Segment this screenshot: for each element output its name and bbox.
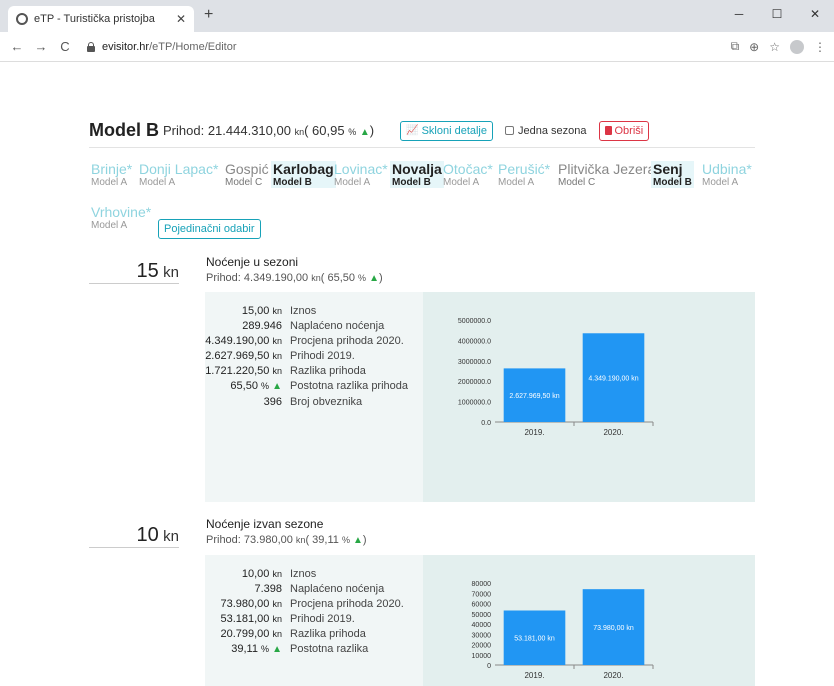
arrow-up-icon: ▲ bbox=[359, 127, 370, 138]
section-title: Noćenje izvan sezone bbox=[206, 517, 324, 531]
bar-data-label: 4.349.190,00 kn bbox=[588, 376, 638, 383]
divider bbox=[89, 147, 755, 148]
pojedinacni-odabir-button[interactable]: Pojedinačni odabir bbox=[158, 219, 261, 239]
trash-icon bbox=[604, 126, 612, 135]
bar-data-label: 73.980,00 kn bbox=[593, 625, 634, 632]
city-gospic[interactable]: Gospić Model C bbox=[223, 161, 271, 188]
model-name: Model B bbox=[89, 120, 159, 140]
city-senj[interactable]: Senj Model B bbox=[651, 161, 694, 188]
url-field[interactable]: evisitor.hr/eTP/Home/Editor bbox=[102, 41, 237, 53]
arrow-up-icon: ▲ bbox=[353, 535, 363, 546]
revenue-chart: 0 10000 20000 30000 40000 50000 60000 70000 8000… bbox=[472, 581, 654, 680]
details-panel: 10,00 kn Iznos 7.398 Naplaćeno noćenja 73.… bbox=[205, 555, 755, 686]
obrisi-button[interactable]: Obriši bbox=[598, 120, 650, 141]
chart-area: 0 10000 20000 30000 40000 50000 60000 70000 8000… bbox=[423, 555, 755, 686]
y-tick-label: 70000 bbox=[472, 591, 492, 598]
model-prihod: Prihod: 21.444.310,00 kn( 60,95 % ▲) bbox=[163, 123, 375, 138]
revenue-chart: 0.0 1000000.0 2000000.0 3000000.0 4000000.0 5… bbox=[458, 318, 654, 437]
chart-icon: 📈 bbox=[406, 125, 419, 136]
y-tick-label: 30000 bbox=[472, 632, 492, 639]
reload-icon[interactable]: C bbox=[56, 39, 74, 54]
y-tick-label: 40000 bbox=[472, 622, 492, 629]
city-donji-lapac[interactable]: Donji Lapac* Model A bbox=[137, 161, 220, 188]
details-table: 10,00 kn Iznos 7.398 Naplaćeno noćenja 73.… bbox=[205, 555, 423, 686]
new-tab-icon[interactable]: + bbox=[204, 6, 213, 24]
city-otocac[interactable]: Otočac* Model A bbox=[441, 161, 495, 188]
lock-icon bbox=[86, 41, 96, 52]
city-karlobag[interactable]: Karlobag Model B bbox=[271, 161, 336, 188]
table-row: 396 Broj obveznika bbox=[263, 396, 363, 408]
skloni-detalje-button[interactable]: 📈 Skloni detalje bbox=[400, 120, 493, 141]
bar-data-label: 53.181,00 kn bbox=[514, 636, 555, 643]
table-row: 289.946 Naplaćeno noćenja bbox=[242, 320, 385, 332]
page-content: Model B Prihod: 21.444.310,00 kn( 60,95 … bbox=[0, 62, 834, 686]
table-row: 4.349.190,00 kn Procjena prihoda 2020. bbox=[205, 335, 404, 347]
close-tab-icon[interactable]: ✕ bbox=[176, 12, 186, 26]
y-tick-label: 20000 bbox=[472, 643, 492, 650]
price-box[interactable]: 10 kn bbox=[89, 524, 179, 548]
city-lovinac[interactable]: Lovinac* Model A bbox=[332, 161, 390, 188]
y-tick-label: 5000000.0 bbox=[458, 318, 491, 325]
star-icon[interactable]: ☆ bbox=[769, 40, 780, 54]
checkbox-icon[interactable] bbox=[505, 126, 514, 135]
browser-tab[interactable]: eTP - Turistička pristojba ✕ bbox=[8, 6, 194, 32]
x-tick-label: 2019. bbox=[524, 428, 544, 437]
jedna-sezona-checkbox[interactable]: Jedna sezona bbox=[505, 125, 587, 137]
table-row: 10,00 kn Iznos bbox=[241, 568, 317, 580]
section-prihod: Prihod: 73.980,00 kn( 39,11 % ▲) bbox=[206, 534, 367, 546]
y-tick-label: 2000000.0 bbox=[458, 379, 491, 386]
browser-tabbar: eTP - Turistička pristojba ✕ + ─ ☐ ✕ bbox=[0, 0, 834, 32]
table-row: 7.398 Naplaćeno noćenja bbox=[254, 583, 385, 595]
zoom-icon[interactable]: ⊕ bbox=[749, 40, 759, 54]
maximize-icon[interactable]: ☐ bbox=[758, 0, 796, 28]
city-udbina[interactable]: Udbina* Model A bbox=[700, 161, 754, 188]
back-icon[interactable]: ← bbox=[8, 39, 26, 54]
details-panel: 15,00 kn Iznos 289.946 Naplaćeno noćenja 4… bbox=[205, 292, 755, 502]
table-row: 15,00 kn Iznos bbox=[241, 305, 317, 317]
section-prihod: Prihod: 4.349.190,00 kn( 65,50 % ▲) bbox=[206, 272, 383, 284]
section-title: Noćenje u sezoni bbox=[206, 255, 299, 269]
y-tick-label: 60000 bbox=[472, 602, 492, 609]
forward-icon[interactable]: → bbox=[32, 39, 50, 54]
city-perusic[interactable]: Perušić* Model A bbox=[496, 161, 552, 188]
translate-icon[interactable]: ⧉ bbox=[731, 39, 740, 54]
x-tick-label: 2019. bbox=[524, 671, 544, 680]
x-tick-label: 2020. bbox=[603, 671, 623, 680]
address-bar: ← → C evisitor.hr/eTP/Home/Editor ⧉ ⊕ ☆ … bbox=[0, 32, 834, 62]
table-row: 2.627.969,50 kn Prihodi 2019. bbox=[205, 350, 355, 362]
price-box[interactable]: 15 kn bbox=[89, 260, 179, 284]
chart-area: 0.0 1000000.0 2000000.0 3000000.0 4000000.0 5… bbox=[423, 292, 755, 502]
y-tick-label: 0 bbox=[487, 663, 491, 670]
table-row: 39,11 % ▲ Postotna razlika bbox=[231, 643, 369, 655]
y-tick-label: 0.0 bbox=[481, 420, 491, 427]
city-vrhovine[interactable]: Vrhovine* Model A bbox=[89, 204, 153, 231]
table-row: 20.799,00 kn Razlika prihoda bbox=[220, 628, 366, 640]
y-tick-label: 1000000.0 bbox=[458, 400, 491, 407]
details-table: 15,00 kn Iznos 289.946 Naplaćeno noćenja 4… bbox=[205, 292, 423, 502]
close-window-icon[interactable]: ✕ bbox=[796, 0, 834, 28]
menu-icon[interactable]: ⋮ bbox=[814, 40, 826, 54]
x-tick-label: 2020. bbox=[603, 428, 623, 437]
globe-icon bbox=[16, 13, 28, 25]
table-row: 1.721.220,50 kn Razlika prihoda bbox=[205, 365, 366, 377]
bar-data-label: 2.627.969,50 kn bbox=[509, 393, 559, 400]
table-row: 73.980,00 kn Procjena prihoda 2020. bbox=[220, 598, 404, 610]
y-tick-label: 3000000.0 bbox=[458, 359, 491, 366]
table-row: 65,50 % ▲ Postotna razlika prihoda bbox=[230, 380, 409, 392]
y-tick-label: 80000 bbox=[472, 581, 492, 588]
city-novalja[interactable]: Novalja Model B bbox=[390, 161, 444, 188]
window-controls: ─ ☐ ✕ bbox=[720, 0, 834, 28]
table-row: 53.181,00 kn Prihodi 2019. bbox=[220, 613, 355, 625]
tab-title: eTP - Turistička pristojba bbox=[34, 13, 155, 25]
arrow-up-icon: ▲ bbox=[369, 273, 380, 284]
minimize-icon[interactable]: ─ bbox=[720, 0, 758, 28]
city-brinje[interactable]: Brinje* Model A bbox=[89, 161, 134, 188]
city-plitvicka-jezera[interactable]: Plitvička Jezera Model C bbox=[556, 161, 657, 188]
model-header: Model B Prihod: 21.444.310,00 kn( 60,95 … bbox=[89, 120, 650, 141]
profile-avatar-icon[interactable] bbox=[790, 39, 804, 54]
y-tick-label: 10000 bbox=[472, 653, 492, 660]
y-tick-label: 50000 bbox=[472, 612, 492, 619]
y-tick-label: 4000000.0 bbox=[458, 338, 491, 345]
